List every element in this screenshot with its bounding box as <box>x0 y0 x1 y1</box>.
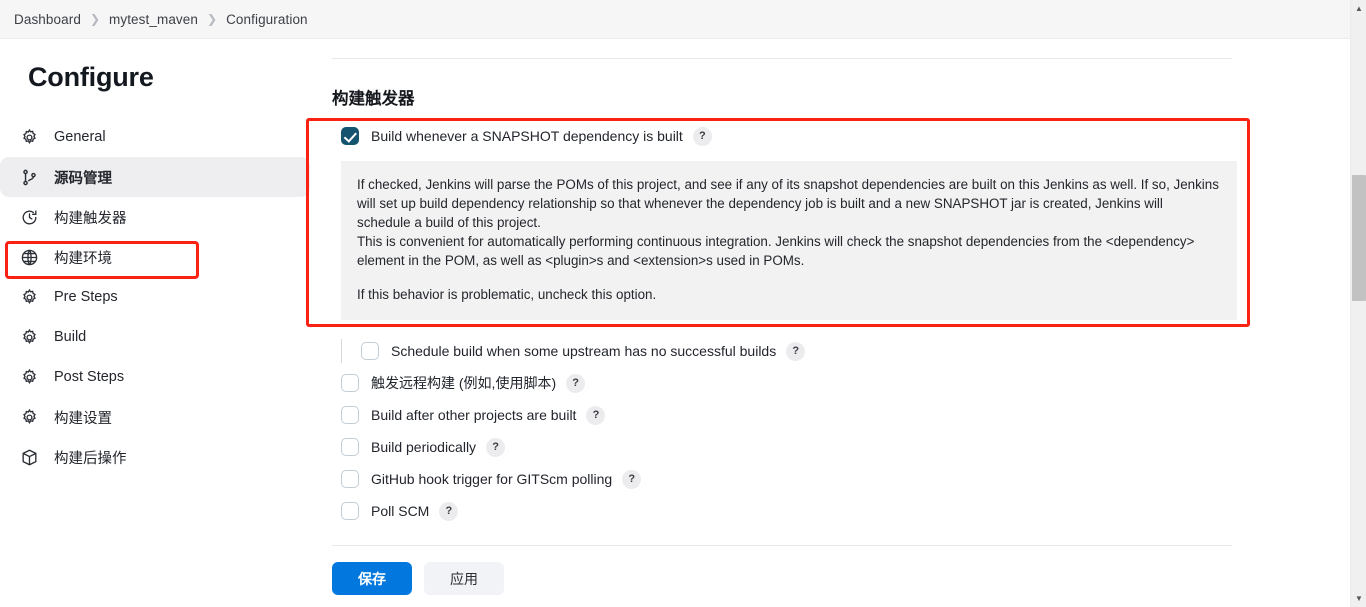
clock-icon <box>18 206 40 228</box>
section-title: 构建触发器 <box>332 90 415 108</box>
sidebar-nav: General 源码管理 构建触发器 构建环境 Pre Steps Build … <box>0 117 320 477</box>
snapshot-dependency-checkbox[interactable] <box>341 127 359 145</box>
option-row-schedule-upstream[interactable]: Schedule build when some upstream has no… <box>332 335 806 367</box>
snapshot-dependency-label: Build whenever a SNAPSHOT dependency is … <box>371 128 683 144</box>
option-row-build-periodically[interactable]: Build periodically ? <box>332 431 805 463</box>
sidebar-item-label: 构建触发器 <box>54 210 127 227</box>
sidebar-item-general[interactable]: General <box>0 117 310 157</box>
breadcrumb-separator-icon: ❯ <box>207 12 218 26</box>
help-icon[interactable]: ? <box>586 405 606 425</box>
sidebar-item-build-triggers[interactable]: 构建触发器 <box>0 197 310 237</box>
configure-page: Dashboard ❯ mytest_maven ❯ Configuration… <box>0 0 1366 607</box>
poll-scm-checkbox[interactable] <box>341 502 359 520</box>
sidebar-item-post-build-actions[interactable]: 构建后操作 <box>0 437 310 477</box>
description-paragraph: This is convenient for automatically per… <box>357 234 1195 268</box>
build-periodically-checkbox[interactable] <box>341 438 359 456</box>
option-row-github-hook[interactable]: GitHub hook trigger for GITScm polling ? <box>332 463 805 495</box>
option-label: Build after other projects are built <box>371 407 577 423</box>
option-row-poll-scm[interactable]: Poll SCM ? <box>332 495 805 527</box>
remote-trigger-checkbox[interactable] <box>341 374 359 392</box>
help-icon[interactable]: ? <box>439 501 459 521</box>
schedule-upstream-checkbox[interactable] <box>361 342 379 360</box>
build-after-projects-checkbox[interactable] <box>341 406 359 424</box>
sidebar-item-label: Pre Steps <box>54 289 118 305</box>
sidebar-item-post-steps[interactable]: Post Steps <box>0 357 310 397</box>
sidebar-item-label: 构建环境 <box>54 250 112 267</box>
sidebar: Configure General 源码管理 构建触发器 构建环境 Pre St… <box>0 39 320 607</box>
breadcrumb-item-configuration[interactable]: Configuration <box>226 12 308 27</box>
main-content: 构建触发器 Build whenever a SNAPSHOT dependen… <box>320 39 1350 607</box>
sidebar-item-pre-steps[interactable]: Pre Steps <box>0 277 310 317</box>
content-top-divider <box>332 58 1232 59</box>
footer-divider <box>332 545 1232 546</box>
help-icon[interactable]: ? <box>786 341 806 361</box>
sidebar-item-build-environment[interactable]: 构建环境 <box>0 237 310 277</box>
option-label: Poll SCM <box>371 503 430 519</box>
scroll-up-arrow-icon[interactable]: ▲ <box>1351 0 1366 17</box>
breadcrumb: Dashboard ❯ mytest_maven ❯ Configuration <box>0 0 1350 39</box>
breadcrumb-separator-icon: ❯ <box>89 12 101 26</box>
sidebar-item-build-settings[interactable]: 构建设置 <box>0 397 310 437</box>
description-paragraph: If checked, Jenkins will parse the POMs … <box>357 177 1219 230</box>
snapshot-dependency-option-row[interactable]: Build whenever a SNAPSHOT dependency is … <box>332 119 1250 153</box>
help-icon[interactable]: ? <box>622 469 642 489</box>
breadcrumb-item-project[interactable]: mytest_maven <box>109 12 198 27</box>
indent-divider <box>341 339 342 363</box>
source-branch-icon <box>18 166 40 188</box>
gear-icon <box>18 406 40 428</box>
sidebar-item-label: General <box>54 129 106 145</box>
sidebar-item-label: Post Steps <box>54 369 125 385</box>
option-row-remote-trigger[interactable]: 触发远程构建 (例如,使用脚本) ? <box>332 367 805 399</box>
option-row-build-after-projects[interactable]: Build after other projects are built ? <box>332 399 805 431</box>
page-title: Configure <box>28 62 154 92</box>
description-paragraph: If this behavior is problematic, uncheck… <box>357 287 657 302</box>
help-icon[interactable]: ? <box>692 126 712 146</box>
help-icon[interactable]: ? <box>486 437 506 457</box>
sidebar-item-source-management[interactable]: 源码管理 <box>0 157 310 197</box>
apply-button[interactable]: 应用 <box>424 562 504 595</box>
page-scrollbar[interactable]: ▲ ▼ <box>1350 0 1366 607</box>
option-label: 触发远程构建 (例如,使用脚本) <box>371 375 557 391</box>
option-label: Schedule build when some upstream has no… <box>391 343 777 359</box>
sidebar-item-label: 构建设置 <box>54 410 112 427</box>
globe-icon <box>18 246 40 268</box>
gear-icon <box>18 326 40 348</box>
trigger-options-list: Schedule build when some upstream has no… <box>332 335 806 527</box>
box-icon <box>18 446 40 468</box>
sidebar-item-label: Build <box>54 329 87 345</box>
breadcrumb-item-dashboard[interactable]: Dashboard <box>14 12 81 27</box>
snapshot-trigger-block: Build whenever a SNAPSHOT dependency is … <box>332 119 1250 320</box>
option-label: GitHub hook trigger for GITScm polling <box>371 471 613 487</box>
snapshot-dependency-description: If checked, Jenkins will parse the POMs … <box>341 161 1237 320</box>
gear-icon <box>18 126 40 148</box>
help-icon[interactable]: ? <box>566 373 586 393</box>
scroll-down-arrow-icon[interactable]: ▼ <box>1351 590 1366 607</box>
form-actions: 保存 应用 <box>332 562 504 595</box>
gear-icon <box>18 366 40 388</box>
save-button[interactable]: 保存 <box>332 562 412 595</box>
gear-icon <box>18 286 40 308</box>
sidebar-item-label: 源码管理 <box>54 170 112 187</box>
option-label: Build periodically <box>371 439 477 455</box>
sidebar-item-build[interactable]: Build <box>0 317 310 357</box>
scrollbar-thumb[interactable] <box>1352 175 1366 301</box>
github-hook-checkbox[interactable] <box>341 470 359 488</box>
sidebar-item-label: 构建后操作 <box>54 450 127 467</box>
